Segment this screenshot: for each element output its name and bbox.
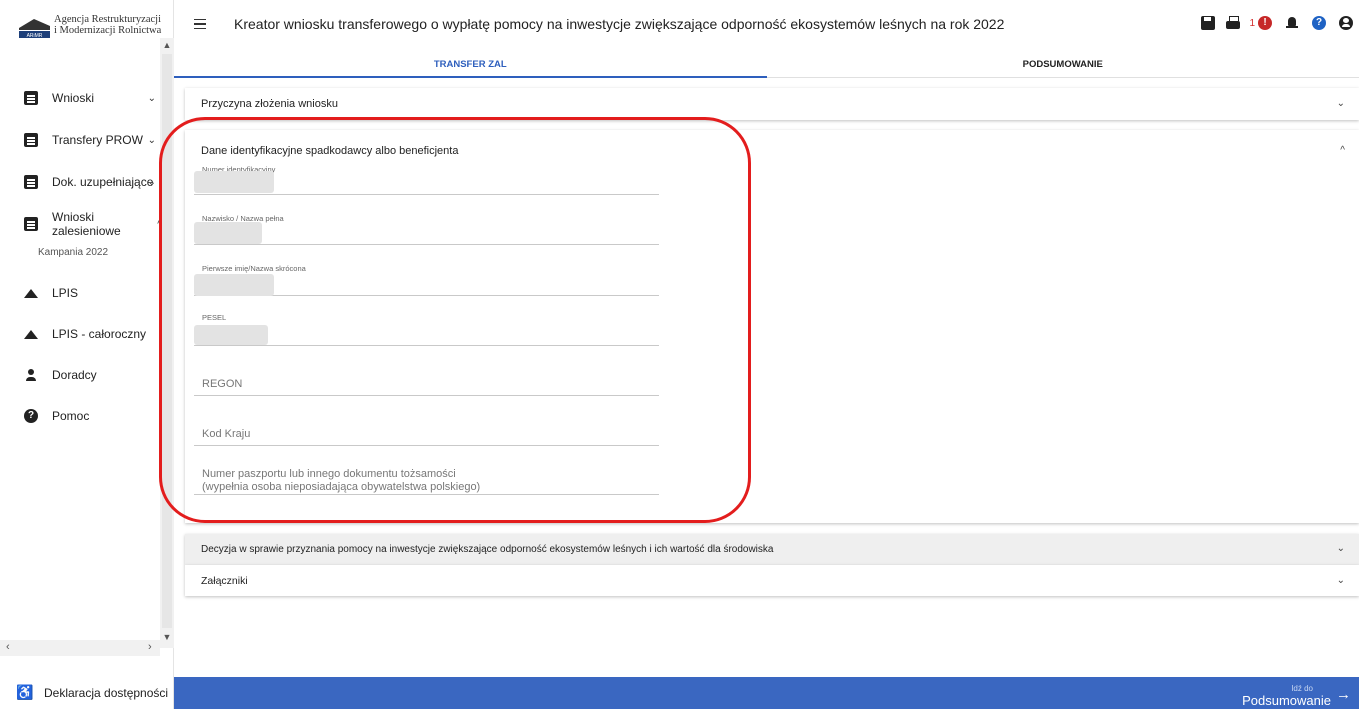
chevron-down-icon[interactable]: ⌄ [1337,575,1345,586]
sidebar-item-transfery-prow[interactable]: Transfery PROW ⌄ [24,130,160,150]
document-icon [24,133,38,147]
scroll-down-arrow-icon[interactable]: ▼ [160,632,174,642]
sidebar-item-label: Dok. uzupełniające [52,175,154,189]
help-question-icon[interactable]: ? [1312,16,1326,30]
app-header: Kreator wniosku transferowego o wypłatę … [174,0,1359,56]
sidebar-item-label: Doradcy [52,368,97,382]
sidebar-item-label: Transfery PROW [52,133,143,147]
accessibility-declaration-link[interactable]: ♿ Deklaracja dostępności [16,684,168,701]
document-icon [24,217,38,231]
first-name-field[interactable]: Pierwsze imię/Nazwa skrócona [194,263,659,296]
error-count-badge: 1 [1249,17,1255,29]
field-placeholder-line-1: Numer paszportu lub innego dokumentu toż… [202,468,456,480]
sidebar-item-dok-uzupelniajace[interactable]: Dok. uzupełniające ⌄ [24,172,160,192]
scroll-up-arrow-icon[interactable]: ▲ [160,40,174,50]
chevron-down-icon[interactable]: ⌄ [1337,98,1345,109]
accessibility-label: Deklaracja dostępności [44,685,169,700]
field-placeholder: REGON [202,378,243,390]
sidebar-item-label: Wnioski [52,91,95,105]
redacted-value [194,274,274,296]
mountain-icon [24,327,38,341]
chevron-up-icon[interactable]: ^ [1340,145,1345,156]
scroll-right-arrow-icon[interactable]: › [148,641,152,653]
scroll-left-arrow-icon[interactable]: ‹ [6,641,10,653]
arimr-logo-mark: ARiMR [18,14,51,39]
id-number-field[interactable]: Numer identyfikacyjny [194,164,659,195]
page-title: Kreator wniosku transferowego o wypłatę … [234,16,1005,32]
panel-attachments[interactable]: Załączniki ⌄ [185,565,1359,596]
panel-title: Załączniki [201,575,248,587]
user-account-icon[interactable] [1339,16,1353,30]
logo-line-2: i Modernizacji Rolnictwa [54,25,162,36]
hamburger-menu-icon[interactable] [194,19,206,29]
logo-line-1: Agencja Restrukturyzacji [54,14,161,25]
regon-input[interactable]: REGON [194,362,659,396]
panel-reason[interactable]: Przyczyna złożenia wniosku ⌄ [185,88,1359,120]
passport-number-input[interactable]: Numer paszportu lub innego dokumentu toż… [194,462,659,495]
tab-transfer-zal[interactable]: TRANSFER ZAL [174,52,767,78]
redacted-value [194,325,268,345]
pesel-field[interactable]: PESEL [194,312,659,346]
tab-podsumowanie[interactable]: PODSUMOWANIE [766,52,1359,78]
header-actions: 1 ! ? [1190,16,1353,30]
save-icon[interactable] [1201,16,1216,30]
goto-destination: Podsumowanie [1242,693,1331,708]
panel-title: Decyzja w sprawie przyznania pomocy na i… [201,544,774,555]
accessibility-icon: ♿ [16,684,34,700]
footer-next-button[interactable]: Idź do Podsumowanie → [174,677,1359,709]
redacted-value [194,222,262,244]
sidebar-item-wnioski-zalesieniowe[interactable]: Wnioski zalesieniowe ^ [24,210,162,238]
person-icon [24,368,38,382]
svg-text:ARiMR: ARiMR [27,33,43,39]
surname-field[interactable]: Nazwisko / Nazwa pełna [194,213,659,245]
sidebar-item-lpis-caloroczny[interactable]: LPIS - całoroczny [24,324,160,344]
panel-title: Przyczyna złożenia wniosku [201,98,338,110]
bell-icon[interactable] [1285,16,1299,30]
sidebar-item-label: Pomoc [52,409,90,423]
sidebar-horizontal-scrollbar[interactable]: ‹ › [0,640,160,656]
print-icon[interactable] [1226,16,1241,30]
sidebar-vertical-scrollbar[interactable]: ▲ ▼ [160,38,174,648]
chevron-down-icon: ⌄ [147,176,156,188]
scrollbar-thumb[interactable] [162,54,172,628]
panel-decision[interactable]: Decyzja w sprawie przyznania pomocy na i… [185,534,1359,565]
field-label: Pierwsze imię/Nazwa skrócona [202,264,306,273]
document-icon [24,91,38,105]
document-icon [24,175,38,189]
chevron-down-icon: ⌄ [147,92,156,104]
sidebar-item-wnioski[interactable]: Wnioski ⌄ [24,88,160,108]
chevron-down-icon[interactable]: ⌄ [1337,543,1345,554]
mountain-icon [24,286,38,300]
chevron-down-icon: ⌄ [147,134,156,146]
sidebar-item-doradcy[interactable]: Doradcy [24,365,160,385]
sidebar-item-lpis[interactable]: LPIS [24,283,160,303]
field-placeholder: Kod Kraju [202,428,251,440]
sidebar-item-label: LPIS [52,286,79,300]
sidebar-item-label: LPIS - całoroczny [52,327,147,341]
panel-title: Dane identyfikacyjne spadkodawcy albo be… [201,145,459,157]
country-code-input[interactable]: Kod Kraju [194,412,659,446]
goto-label: Idź do [1291,684,1313,693]
help-icon: ? [24,409,38,423]
sidebar-item-label: Wnioski zalesieniowe [52,210,121,238]
arimr-logo[interactable]: ARiMR Agencja Restrukturyzacji i Moderni… [18,14,161,39]
redacted-value [194,171,274,193]
sidebar-item-pomoc[interactable]: ? Pomoc [24,406,160,426]
field-label: PESEL [202,313,227,322]
alert-icon[interactable]: ! [1258,16,1272,30]
sidebar: ARiMR Agencja Restrukturyzacji i Moderni… [0,0,174,709]
tab-bar: TRANSFER ZAL PODSUMOWANIE [174,52,1359,78]
arimr-logo-text: Agencja Restrukturyzacji i Modernizacji … [54,14,161,36]
field-placeholder-line-2: (wypełnia osoba nieposiadająca obywatels… [202,481,481,493]
sidebar-subitem-kampania-2022[interactable]: Kampania 2022 [38,247,108,258]
arrow-right-icon: → [1336,686,1351,703]
